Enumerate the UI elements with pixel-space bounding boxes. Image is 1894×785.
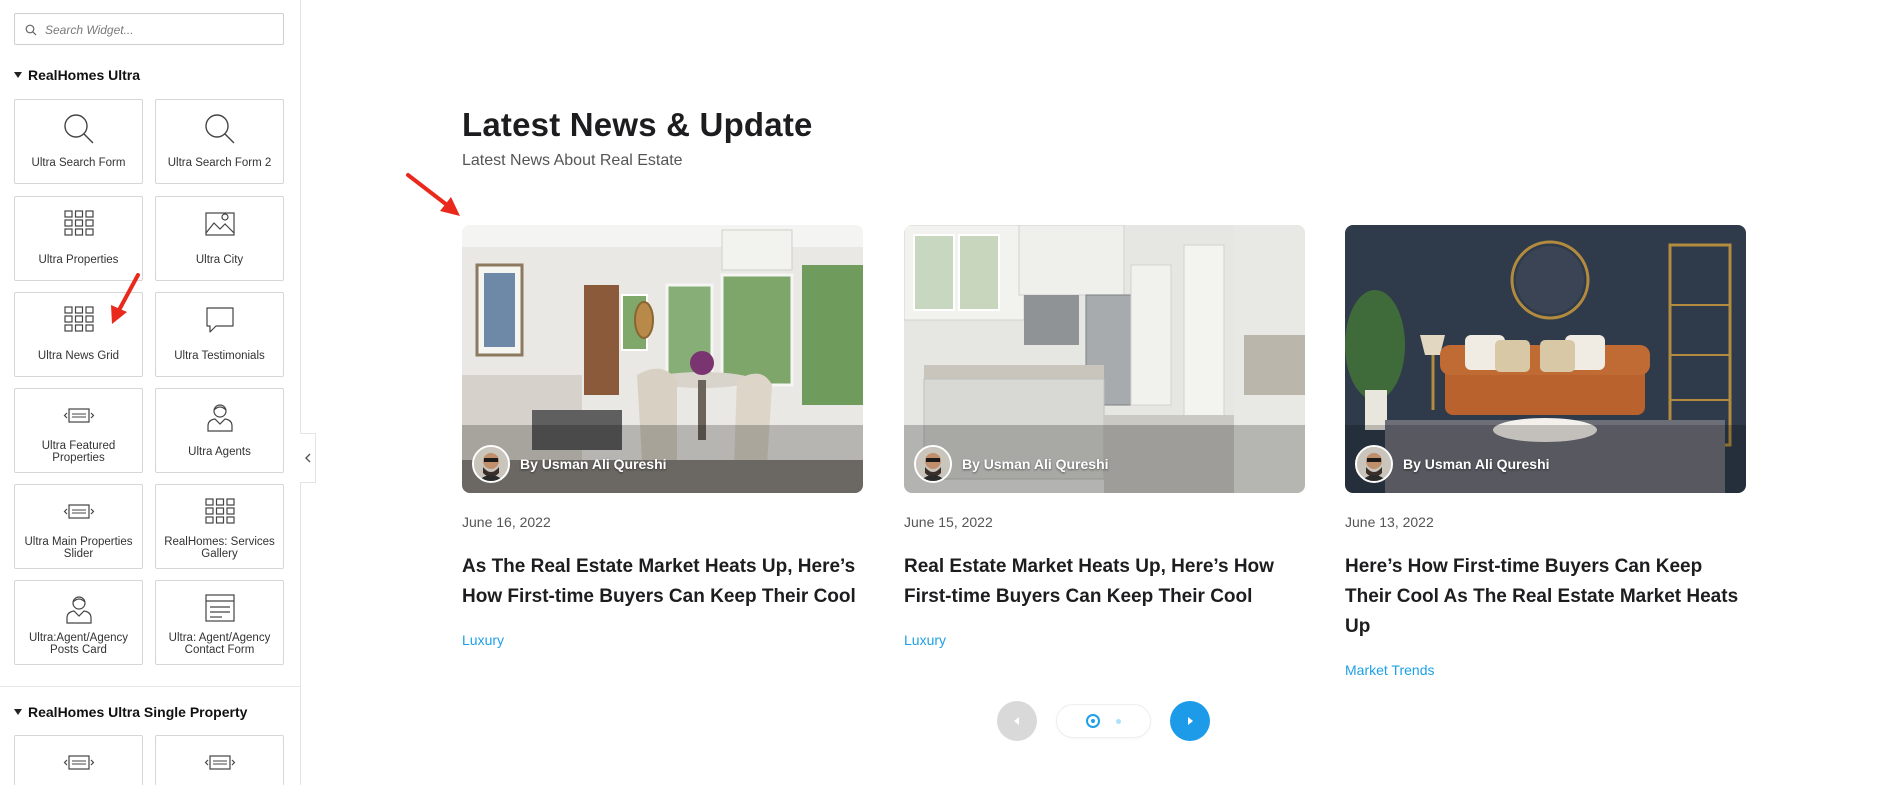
pagination-dot-active[interactable] <box>1086 714 1100 728</box>
news-card-image[interactable]: By Usman Ali Qureshi <box>1345 225 1746 493</box>
caret-down-icon <box>14 72 22 78</box>
news-card: By Usman Ali Qureshi June 15, 2022 Real … <box>904 225 1305 648</box>
speech-bubble-icon <box>205 307 234 333</box>
section-divider <box>0 686 300 687</box>
grid-icon <box>63 306 94 332</box>
annotation-arrow-icon <box>111 273 140 324</box>
widget-panel: RealHomes Ultra Ultra Search Form Ultra … <box>0 0 301 785</box>
widget-label: RealHomes: Services Gallery <box>164 536 275 560</box>
widget-label: Ultra Search Form <box>31 157 126 169</box>
post-date: June 15, 2022 <box>904 514 993 530</box>
widget-tile-partial[interactable] <box>155 735 284 785</box>
widget-ultra-agent-agency-contact-form[interactable]: Ultra: Agent/Agency Contact Form <box>155 580 284 665</box>
carousel-pagination <box>1057 705 1150 737</box>
section-heading: Latest News & Update <box>462 106 813 143</box>
agent-icon <box>206 404 233 432</box>
post-category-link[interactable]: Luxury <box>904 632 1305 648</box>
map-icon <box>204 212 235 236</box>
annotation-arrow-icon <box>406 173 460 216</box>
widget-ultra-properties[interactable]: Ultra Properties <box>14 196 143 281</box>
avatar <box>1355 445 1393 483</box>
caret-down-icon <box>14 709 22 715</box>
author-badge[interactable]: By Usman Ali Qureshi <box>1355 445 1550 483</box>
widget-ultra-featured-properties[interactable]: Ultra Featured Properties <box>14 388 143 473</box>
post-date: June 16, 2022 <box>462 514 551 530</box>
form-window-icon <box>204 594 235 622</box>
panel-collapse-toggle[interactable] <box>300 433 316 483</box>
magnifier-icon <box>204 114 234 144</box>
search-icon <box>25 24 37 36</box>
news-card-image[interactable]: By Usman Ali Qureshi <box>462 225 863 493</box>
section-header-realhomes-ultra-single-property[interactable]: RealHomes Ultra Single Property <box>14 704 247 720</box>
author-name: By Usman Ali Qureshi <box>1403 456 1550 472</box>
section-title: RealHomes Ultra Single Property <box>28 704 248 720</box>
news-card-image[interactable]: By Usman Ali Qureshi <box>904 225 1305 493</box>
widget-realhomes-services-gallery[interactable]: RealHomes: Services Gallery <box>155 484 284 569</box>
section-header-realhomes-ultra[interactable]: RealHomes Ultra <box>14 67 140 83</box>
caret-left-icon <box>1014 717 1019 725</box>
widget-search-input[interactable] <box>43 19 277 41</box>
slider-icon <box>63 408 94 423</box>
post-category-link[interactable]: Luxury <box>462 632 863 648</box>
widget-ultra-agents[interactable]: Ultra Agents <box>155 388 284 473</box>
carousel-prev-button[interactable] <box>997 701 1037 741</box>
widget-ultra-city[interactable]: Ultra City <box>155 196 284 281</box>
widget-label: Ultra Featured Properties <box>41 440 116 464</box>
widget-ultra-search-form-2[interactable]: Ultra Search Form 2 <box>155 99 284 184</box>
chevron-left-icon <box>304 453 310 463</box>
post-title-link[interactable]: Real Estate Market Heats Up, Here’s How … <box>904 552 1305 612</box>
slider-icon <box>63 504 94 519</box>
widget-ultra-testimonials[interactable]: Ultra Testimonials <box>155 292 284 377</box>
widget-label: Ultra: Agent/Agency Contact Form <box>168 632 271 656</box>
agent-icon <box>65 596 92 624</box>
caret-right-icon <box>1188 717 1193 725</box>
widget-label: Ultra Main Properties Slider <box>24 536 133 560</box>
news-card: By Usman Ali Qureshi June 13, 2022 Here’… <box>1345 225 1746 678</box>
avatar <box>472 445 510 483</box>
author-name: By Usman Ali Qureshi <box>520 456 667 472</box>
section-subheading: Latest News About Real Estate <box>462 152 683 169</box>
post-category-link[interactable]: Market Trends <box>1345 662 1746 678</box>
avatar <box>914 445 952 483</box>
widget-tile-partial[interactable] <box>14 735 143 785</box>
section-title: RealHomes Ultra <box>28 67 141 83</box>
widget-search-box[interactable] <box>14 13 284 45</box>
post-date: June 13, 2022 <box>1345 514 1434 530</box>
slider-icon <box>204 755 235 770</box>
author-name: By Usman Ali Qureshi <box>962 456 1109 472</box>
post-title-link[interactable]: Here’s How First-time Buyers Can Keep Th… <box>1345 552 1746 642</box>
grid-icon <box>63 210 94 236</box>
widget-label: Ultra:Agent/Agency Posts Card <box>28 632 129 656</box>
widget-label: Ultra Search Form 2 <box>167 157 272 169</box>
carousel-next-button[interactable] <box>1170 701 1210 741</box>
author-badge[interactable]: By Usman Ali Qureshi <box>472 445 667 483</box>
magnifier-icon <box>63 114 93 144</box>
widget-ultra-agent-agency-posts-card[interactable]: Ultra:Agent/Agency Posts Card <box>14 580 143 665</box>
widget-label: Ultra News Grid <box>37 350 120 362</box>
slider-icon <box>63 755 94 770</box>
widget-ultra-main-properties-slider[interactable]: Ultra Main Properties Slider <box>14 484 143 569</box>
widget-label: Ultra City <box>195 254 244 266</box>
grid-icon <box>204 498 235 524</box>
author-badge[interactable]: By Usman Ali Qureshi <box>914 445 1109 483</box>
widget-label: Ultra Agents <box>188 446 251 458</box>
widget-label: Ultra Testimonials <box>174 350 265 362</box>
news-card: By Usman Ali Qureshi June 16, 2022 As Th… <box>462 225 863 648</box>
widget-ultra-search-form[interactable]: Ultra Search Form <box>14 99 143 184</box>
post-title-link[interactable]: As The Real Estate Market Heats Up, Here… <box>462 552 863 612</box>
pagination-dot[interactable] <box>1116 718 1121 724</box>
